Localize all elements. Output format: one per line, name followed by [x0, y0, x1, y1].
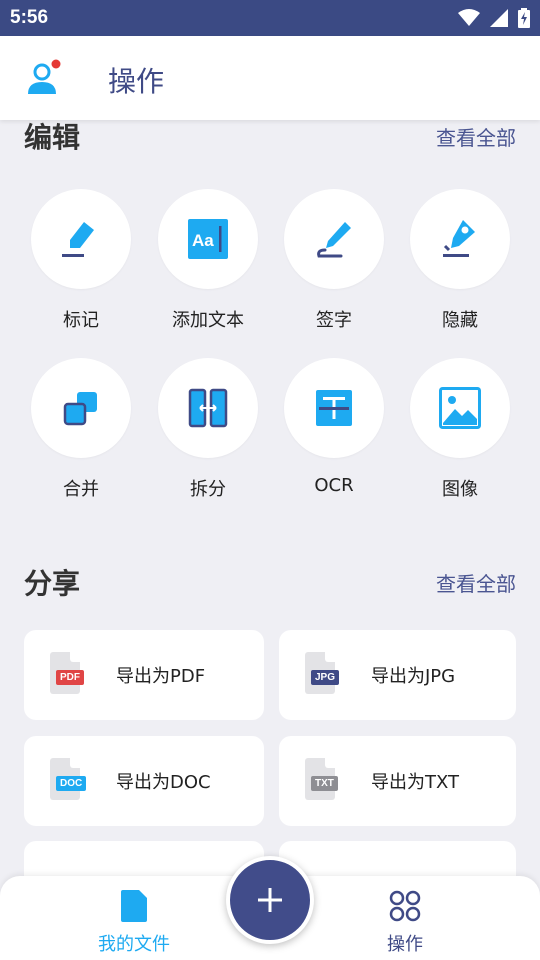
- status-icons: [458, 8, 530, 28]
- tool-add-text[interactable]: Aa 添加文本: [153, 189, 263, 332]
- export-txt-card[interactable]: TXT 导出为TXT: [279, 736, 516, 826]
- tool-hide[interactable]: 隐藏: [405, 189, 515, 332]
- tool-mark[interactable]: 标记: [26, 189, 136, 332]
- pdf-file-icon: PDF: [48, 652, 92, 698]
- nav-my-files-label: 我的文件: [98, 934, 170, 955]
- tool-hide-label: 隐藏: [442, 310, 478, 331]
- export-doc-label: 导出为DOC: [116, 772, 211, 793]
- pdf-tag: PDF: [56, 670, 84, 685]
- tool-ocr-label: OCR: [314, 475, 354, 496]
- add-text-icon: Aa: [188, 219, 228, 259]
- nav-actions-label: 操作: [387, 934, 423, 955]
- tool-sign-label: 签字: [316, 310, 352, 331]
- status-time: 5:56: [10, 7, 49, 28]
- export-pdf-card[interactable]: PDF 导出为PDF: [24, 630, 264, 720]
- tool-image-label: 图像: [442, 479, 478, 500]
- grid-circles-icon: [389, 890, 421, 922]
- ocr-icon: [316, 390, 352, 426]
- export-jpg-label: 导出为JPG: [371, 666, 456, 687]
- tool-image[interactable]: 图像: [405, 358, 515, 501]
- app-bar: 操作: [0, 36, 540, 120]
- redact-icon: [443, 220, 475, 257]
- doc-file-icon: DOC: [48, 758, 92, 804]
- highlighter-icon: [62, 222, 94, 257]
- tool-sign[interactable]: 签字: [279, 189, 389, 332]
- share-section-title: 分享: [24, 567, 81, 600]
- tool-image-circle[interactable]: [410, 358, 510, 458]
- export-pdf-label: 导出为PDF: [116, 666, 206, 687]
- wifi-icon: [458, 9, 480, 26]
- doc-tag: DOC: [56, 776, 87, 791]
- split-icon: [188, 388, 228, 428]
- merge-icon: [63, 392, 97, 426]
- battery-icon: [518, 8, 530, 28]
- tool-hide-circle[interactable]: [410, 189, 510, 289]
- tool-split-label: 拆分: [190, 479, 226, 500]
- tool-add-text-label: 添加文本: [172, 310, 244, 331]
- add-fab-button[interactable]: [226, 856, 314, 944]
- signal-icon: [490, 9, 508, 27]
- tool-merge[interactable]: 合并: [26, 358, 136, 501]
- export-txt-label: 导出为TXT: [371, 772, 460, 793]
- tool-split-circle[interactable]: [158, 358, 258, 458]
- plus-icon: [258, 888, 282, 912]
- tool-split[interactable]: 拆分: [153, 358, 263, 501]
- tool-merge-circle[interactable]: [31, 358, 131, 458]
- txt-tag: TXT: [311, 776, 338, 791]
- page-title: 操作: [108, 65, 165, 98]
- signature-pen-icon: [317, 222, 351, 258]
- main-content[interactable]: 编辑 查看全部 标记 Aa 添加文本 签字 隐藏 合并 拆分 OCR 图像 分享…: [0, 120, 540, 960]
- tool-merge-label: 合并: [63, 479, 99, 500]
- edit-see-all-link[interactable]: 查看全部: [436, 122, 516, 151]
- jpg-tag: JPG: [311, 670, 340, 685]
- export-jpg-card[interactable]: JPG 导出为JPG: [279, 630, 516, 720]
- tool-mark-label: 标记: [63, 310, 99, 331]
- share-see-all-link[interactable]: 查看全部: [436, 568, 516, 597]
- tool-add-text-circle[interactable]: Aa: [158, 189, 258, 289]
- status-bar: 5:56: [0, 0, 540, 36]
- tool-ocr[interactable]: OCR: [279, 358, 389, 496]
- nav-actions[interactable]: 操作: [345, 890, 465, 956]
- tool-ocr-circle[interactable]: [284, 358, 384, 458]
- edit-section-header: 编辑 查看全部: [24, 120, 516, 156]
- tool-mark-circle[interactable]: [31, 189, 131, 289]
- tool-sign-circle[interactable]: [284, 189, 384, 289]
- user-avatar-icon[interactable]: [24, 58, 64, 98]
- share-section-header: 分享 查看全部: [24, 562, 516, 602]
- txt-file-icon: TXT: [303, 758, 347, 804]
- edit-section-title: 编辑: [24, 121, 81, 154]
- image-icon: [439, 387, 481, 429]
- svg-text:Aa: Aa: [192, 231, 214, 250]
- jpg-file-icon: JPG: [303, 652, 347, 698]
- nav-my-files[interactable]: 我的文件: [74, 890, 194, 956]
- file-icon: [121, 890, 147, 922]
- export-doc-card[interactable]: DOC 导出为DOC: [24, 736, 264, 826]
